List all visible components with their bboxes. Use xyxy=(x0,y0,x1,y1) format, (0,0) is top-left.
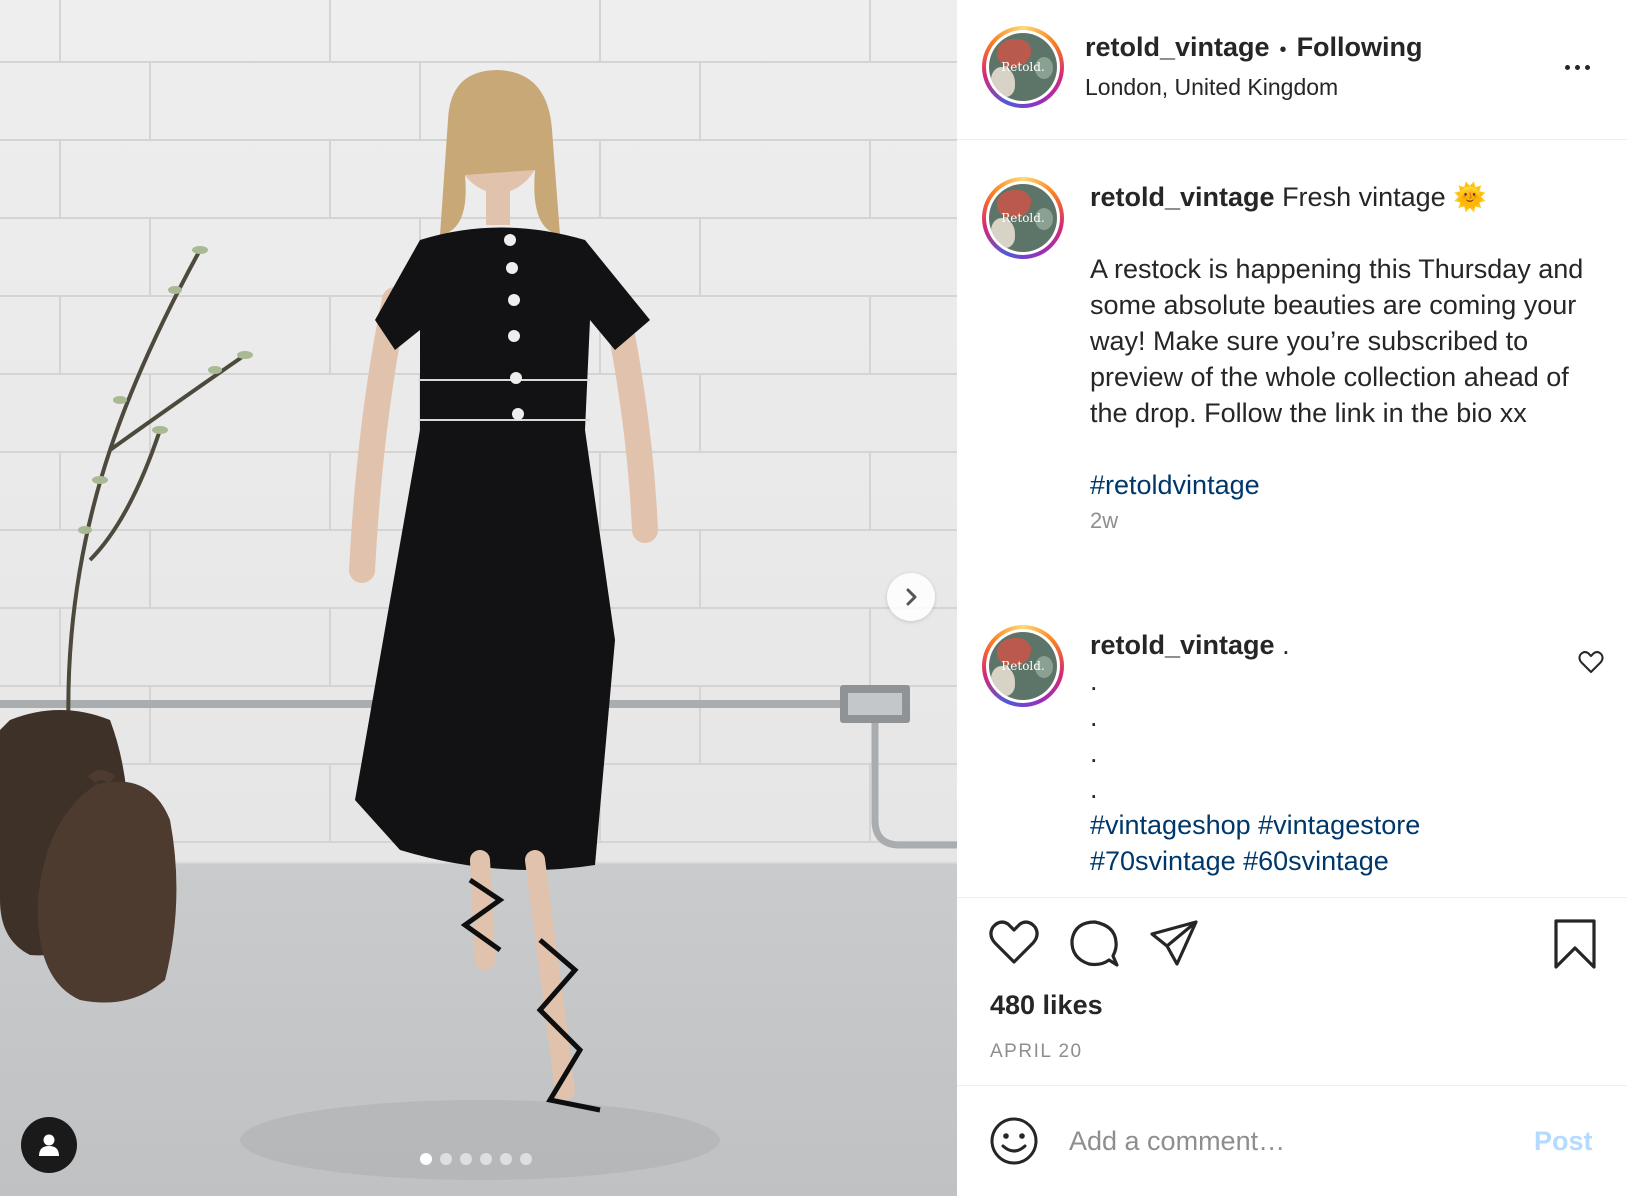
avatar[interactable]: Retold. xyxy=(982,177,1064,259)
tagged-users-button[interactable] xyxy=(21,1117,77,1173)
post-date: APRIL 20 xyxy=(990,1041,1083,1062)
comment-dot: . xyxy=(1090,702,1098,732)
comment-input[interactable] xyxy=(1069,1116,1489,1166)
heart-icon[interactable] xyxy=(989,918,1039,966)
carousel-dot xyxy=(520,1153,532,1165)
comment-hashtags[interactable]: #70svintage #60svintage xyxy=(1090,843,1600,879)
caption-body: A restock is happening this Thursday and… xyxy=(1090,254,1584,428)
comment-hashtags[interactable]: #vintageshop #vintagestore xyxy=(1090,807,1600,843)
comment-dot: . xyxy=(1090,774,1098,804)
bookmark-icon[interactable] xyxy=(1552,918,1598,970)
chevron-right-icon xyxy=(906,588,917,606)
avatar-logo-text: Retold. xyxy=(1001,211,1045,225)
carousel-dot xyxy=(460,1153,472,1165)
post-details-panel: Retold. retold_vintage • Following Londo… xyxy=(957,0,1627,1196)
comment-dot: . xyxy=(1090,738,1098,768)
location-link[interactable]: London, United Kingdom xyxy=(1085,74,1338,101)
caption-title: Fresh vintage 🌞 xyxy=(1282,182,1487,212)
comments-list[interactable]: Retold. retold_vintage Fresh vintage 🌞 A… xyxy=(957,141,1627,896)
post-comment-button[interactable]: Post xyxy=(1534,1126,1593,1157)
separator-dot: • xyxy=(1279,39,1287,61)
like-comment-heart-icon[interactable] xyxy=(1578,650,1604,674)
carousel-dot xyxy=(500,1153,512,1165)
comment-first-line: . xyxy=(1282,630,1290,660)
carousel-next-button[interactable] xyxy=(887,573,935,621)
avatar[interactable]: Retold. xyxy=(982,625,1064,707)
carousel-dot xyxy=(420,1153,432,1165)
carousel-dot xyxy=(440,1153,452,1165)
comment-composer: Post xyxy=(957,1085,1627,1196)
user-icon xyxy=(39,1134,59,1156)
photo-scene xyxy=(0,0,957,1180)
caption-username[interactable]: retold_vintage xyxy=(1090,182,1275,212)
post-actions: 480 likes APRIL 20 xyxy=(957,897,1627,1087)
post-photo[interactable] xyxy=(0,0,957,1196)
comment-dot: . xyxy=(1090,666,1098,696)
avatar[interactable]: Retold. xyxy=(982,26,1064,108)
avatar-logo-text: Retold. xyxy=(1001,60,1045,74)
send-icon[interactable] xyxy=(1149,918,1199,968)
caption-timestamp[interactable]: 2w xyxy=(1090,503,1600,539)
following-button[interactable]: Following xyxy=(1297,32,1423,63)
carousel-indicator xyxy=(420,1153,532,1165)
avatar-logo-text: Retold. xyxy=(1001,659,1045,673)
likes-count[interactable]: 480 likes xyxy=(990,990,1103,1021)
carousel-dot xyxy=(480,1153,492,1165)
smiley-icon[interactable] xyxy=(989,1116,1039,1166)
comment-icon[interactable] xyxy=(1069,918,1119,968)
caption-hashtag[interactable]: #retoldvintage xyxy=(1090,470,1260,500)
more-icon xyxy=(1564,64,1570,70)
post-header: Retold. retold_vintage • Following Londo… xyxy=(957,0,1627,140)
header-username[interactable]: retold_vintage xyxy=(1085,32,1270,63)
comment-username[interactable]: retold_vintage xyxy=(1090,630,1275,660)
more-options-button[interactable] xyxy=(1557,52,1597,82)
